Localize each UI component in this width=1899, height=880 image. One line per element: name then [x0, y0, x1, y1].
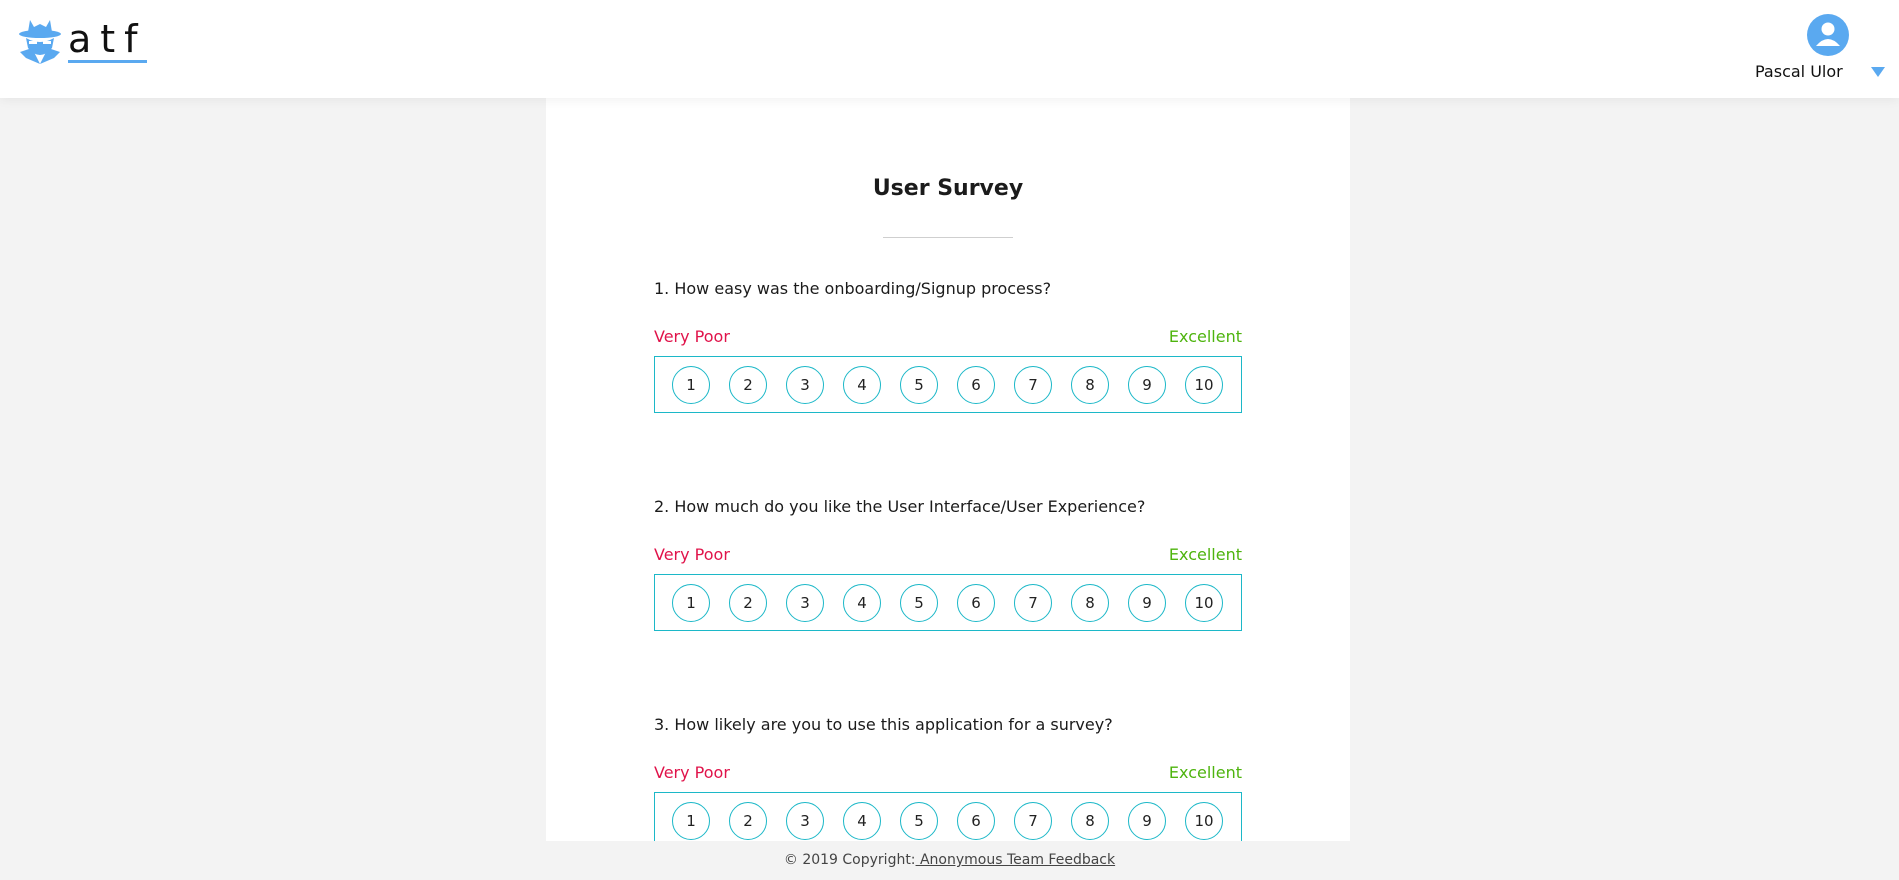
rating-button-4[interactable]: 4	[843, 801, 881, 840]
rating-button-10[interactable]: 10	[1185, 801, 1223, 840]
rating-button-9[interactable]: 9	[1128, 365, 1166, 404]
rating-button-3[interactable]: 3	[786, 583, 824, 622]
rating-button-7[interactable]: 7	[1014, 801, 1052, 840]
rating-button-1[interactable]: 1	[672, 365, 710, 404]
copyright-text: © 2019 Copyright:	[783, 852, 916, 868]
chevron-down-icon[interactable]	[1871, 67, 1885, 77]
footer-link[interactable]: Anonymous Team Feedback	[916, 852, 1115, 868]
rating-button-4[interactable]: 4	[843, 365, 881, 404]
question-text: 3. How likely are you to use this applic…	[654, 715, 1113, 734]
rating-button-10[interactable]: 10	[1185, 365, 1223, 404]
rating-button-5[interactable]: 5	[900, 801, 938, 840]
rating-button-2[interactable]: 2	[729, 365, 767, 404]
question-text: 2. How much do you like the User Interfa…	[654, 497, 1146, 516]
rating-button-1[interactable]: 1	[672, 583, 710, 622]
username-label[interactable]: Pascal Ulor	[1755, 62, 1843, 81]
survey-card: User Survey 1. How easy was the onboardi…	[546, 98, 1350, 841]
rating-button-2[interactable]: 2	[729, 583, 767, 622]
logo[interactable]: atf	[18, 18, 147, 64]
excellent-label: Excellent	[1168, 545, 1242, 564]
rating-button-9[interactable]: 9	[1128, 583, 1166, 622]
rating-button-8[interactable]: 8	[1071, 583, 1109, 622]
rating-button-7[interactable]: 7	[1014, 365, 1052, 404]
rating-button-6[interactable]: 6	[957, 801, 995, 840]
rating-button-5[interactable]: 5	[900, 365, 938, 404]
rating-button-3[interactable]: 3	[786, 365, 824, 404]
question-2: 2. How much do you like the User Interfa…	[654, 496, 1242, 631]
question-text: 1. How easy was the onboarding/Signup pr…	[654, 279, 1052, 298]
rating-button-1[interactable]: 1	[672, 801, 710, 840]
rating-button-9[interactable]: 9	[1128, 801, 1166, 840]
very-poor-label: Very Poor	[654, 545, 730, 564]
very-poor-label: Very Poor	[654, 327, 730, 346]
rating-button-10[interactable]: 10	[1185, 583, 1223, 622]
scale-labels: Very Poor Excellent	[654, 762, 1242, 784]
very-poor-label: Very Poor	[654, 763, 730, 782]
question-3: 3. How likely are you to use this applic…	[654, 714, 1242, 841]
rating-scale: 1 2 3 4 5 6 7 8 9 10	[654, 574, 1242, 631]
logo-text: atf	[68, 17, 147, 63]
top-header: atf Pascal Ulor	[0, 0, 1899, 98]
rating-button-2[interactable]: 2	[729, 801, 767, 840]
rating-scale: 1 2 3 4 5 6 7 8 9 10	[654, 792, 1242, 841]
rating-button-3[interactable]: 3	[786, 801, 824, 840]
scale-labels: Very Poor Excellent	[654, 326, 1242, 348]
rating-button-6[interactable]: 6	[957, 583, 995, 622]
spy-logo-icon	[19, 20, 61, 64]
rating-button-8[interactable]: 8	[1071, 365, 1109, 404]
user-menu[interactable]: Pascal Ulor	[1755, 14, 1885, 84]
rating-button-4[interactable]: 4	[843, 583, 881, 622]
rating-button-8[interactable]: 8	[1071, 801, 1109, 840]
scale-labels: Very Poor Excellent	[654, 544, 1242, 566]
user-avatar-icon[interactable]	[1807, 14, 1849, 56]
rating-button-5[interactable]: 5	[900, 583, 938, 622]
excellent-label: Excellent	[1168, 763, 1242, 782]
excellent-label: Excellent	[1168, 327, 1242, 346]
page-footer: © 2019 Copyright: Anonymous Team Feedbac…	[0, 841, 1899, 880]
question-1: 1. How easy was the onboarding/Signup pr…	[654, 278, 1242, 413]
rating-button-6[interactable]: 6	[957, 365, 995, 404]
title-divider	[883, 237, 1013, 238]
page-title: User Survey	[872, 176, 1024, 201]
rating-scale: 1 2 3 4 5 6 7 8 9 10	[654, 356, 1242, 413]
rating-button-7[interactable]: 7	[1014, 583, 1052, 622]
